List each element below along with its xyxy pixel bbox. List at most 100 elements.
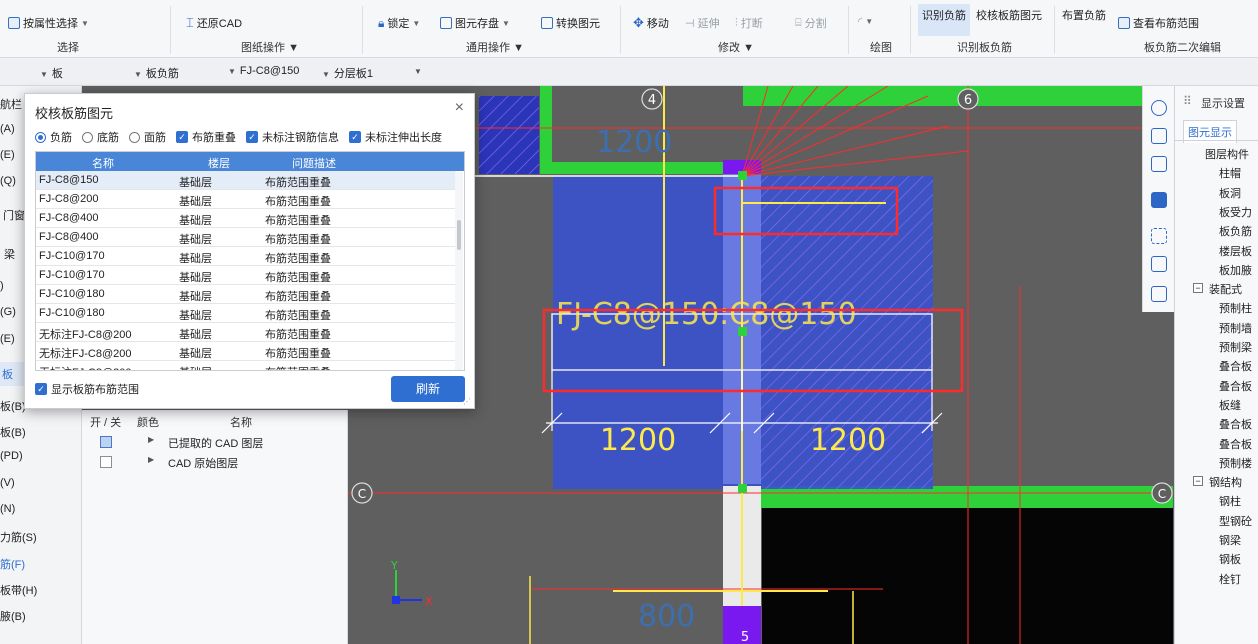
tree-item[interactable]: 叠合板 [1219, 358, 1252, 374]
table-row[interactable]: FJ-C8@200 基础层 布筋范围重叠 [36, 190, 456, 209]
collapse-icon[interactable]: − [1193, 283, 1203, 294]
expand-icon[interactable]: ▶ [148, 435, 154, 444]
table-row[interactable]: FJ-C8@150 基础层 布筋范围重叠 [36, 171, 456, 190]
radio-top[interactable] [129, 131, 140, 143]
tree-item[interactable]: 叠合板 [1219, 378, 1252, 394]
save-element-button[interactable]: 图元存盘 ▼ [440, 15, 510, 31]
tree-item[interactable]: 叠合板 [1219, 416, 1252, 432]
grip-handle[interactable] [738, 171, 747, 180]
refresh-button[interactable]: 刷新 [391, 376, 465, 402]
layer-row[interactable]: ▶ 已提取的 CAD 图层 [82, 432, 348, 452]
collapse-icon[interactable]: − [1193, 476, 1203, 487]
drag-handle-icon[interactable]: ⠿ [1183, 94, 1192, 108]
table-row[interactable]: 无标注FJ-C8@200 基础层 布筋范围重叠 [36, 342, 456, 361]
layer-row[interactable]: ▶ CAD 原始图层 [82, 452, 348, 472]
grip-handle[interactable] [738, 484, 747, 493]
tree-item[interactable]: 柱帽 [1219, 165, 1241, 181]
3d-view-icon[interactable] [1151, 128, 1167, 144]
close-icon[interactable]: × [455, 99, 464, 117]
table-row[interactable]: 无标注FJ-C8@200 基础层 布筋范围重叠 [36, 323, 456, 342]
tree-item[interactable]: 装配式 [1209, 281, 1242, 297]
move-button[interactable]: ✥ 移动 [633, 15, 669, 31]
unlabeled-info-checkbox[interactable]: ✓ [246, 131, 258, 143]
unlabeled-length-checkbox[interactable]: ✓ [349, 131, 361, 143]
component-type-select[interactable]: ▼ 板 [40, 65, 63, 81]
tree-item[interactable]: 叠合板 [1219, 436, 1252, 452]
select-by-attribute-button[interactable]: 按属性选择 ▼ [8, 15, 89, 31]
nav-item[interactable]: 腋(B) [0, 608, 26, 624]
component-select[interactable]: ▼ 板负筋 [134, 65, 179, 81]
check-slab-rebar-button[interactable]: 校核板筋图元 [976, 7, 1042, 23]
scrollbar-thumb[interactable] [457, 220, 461, 250]
nav-item[interactable]: (N) [0, 503, 15, 515]
nav-item[interactable]: (A) [0, 123, 15, 135]
table-row[interactable]: FJ-C8@400 基础层 布筋范围重叠 [36, 209, 456, 228]
element-view-icon[interactable] [1151, 256, 1167, 272]
tree-item[interactable]: 钢梁 [1219, 532, 1241, 548]
nav-item[interactable]: ) [0, 280, 4, 292]
table-row[interactable]: FJ-C10@180 基础层 布筋范围重叠 [36, 304, 456, 323]
resize-grip-icon[interactable]: ⋰ [463, 397, 471, 406]
nav-item[interactable]: 板(B) [0, 424, 26, 440]
general-ops-menu[interactable]: 通用操作 ▼ [466, 39, 524, 55]
radio-negative[interactable] [35, 131, 46, 143]
nav-item[interactable]: 板(B) [0, 398, 26, 414]
nav-item-negative-rebar[interactable]: 筋(F) [0, 556, 25, 572]
split-button[interactable]: ⌸ 分割 [795, 15, 827, 31]
tree-item[interactable]: 图层构件 [1205, 146, 1249, 162]
sphere-view-icon[interactable] [1151, 100, 1167, 116]
restore-cad-button[interactable]: ⌶ 还原CAD [186, 15, 242, 31]
convert-element-button[interactable]: 转换图元 [541, 15, 600, 31]
table-row[interactable]: FJ-C10@180 基础层 布筋范围重叠 [36, 285, 456, 304]
tree-item[interactable]: 预制柱 [1219, 300, 1252, 316]
modify-menu[interactable]: 修改 ▼ [718, 39, 754, 55]
tree-item[interactable]: 板负筋 [1219, 223, 1252, 239]
rebar-label[interactable]: FJ-C8@150:C8@150 [556, 297, 857, 332]
tree-item[interactable]: 栓钉 [1219, 571, 1241, 587]
nav-item[interactable]: (PD) [0, 450, 23, 462]
tree-item[interactable]: 板加腋 [1219, 262, 1252, 278]
nav-item[interactable]: (V) [0, 477, 15, 489]
lock-button[interactable]: 🔒︎ 锁定 ▼ [378, 15, 420, 31]
solid-view-icon[interactable] [1151, 192, 1167, 208]
nav-item[interactable]: (G) [0, 306, 16, 318]
tree-item[interactable]: 预制墙 [1219, 320, 1252, 336]
place-negative-rebar-button[interactable]: 布置负筋 [1062, 7, 1106, 23]
view-range-button[interactable]: 查看布筋范围 [1118, 15, 1199, 31]
nav-item[interactable]: (Q) [0, 175, 16, 187]
show-range-checkbox[interactable]: ✓ [35, 383, 47, 395]
tree-item[interactable]: 楼层板 [1219, 243, 1252, 259]
layer-slab-select[interactable]: ▼ 分层板1 [322, 65, 373, 81]
tree-item[interactable]: 板洞 [1219, 185, 1241, 201]
fit-view-icon[interactable] [1151, 228, 1167, 244]
table-scrollbar[interactable] [455, 172, 463, 370]
tree-item[interactable]: 型钢砼 [1219, 513, 1252, 529]
layer-toggle-checkbox[interactable] [100, 436, 112, 448]
overlap-checkbox[interactable]: ✓ [176, 131, 188, 143]
table-row[interactable]: 无标注FJ-C8@200 基础层 布筋范围重叠 [36, 361, 456, 370]
nav-item[interactable]: (E) [0, 149, 15, 161]
break-button[interactable]: ⫶ 打断 [735, 15, 763, 31]
extra-select[interactable]: ▼ [414, 65, 426, 77]
tree-item[interactable]: 钢结构 [1209, 474, 1242, 490]
nav-item[interactable]: 航栏 [0, 96, 22, 112]
table-row[interactable]: FJ-C10@170 基础层 布筋范围重叠 [36, 247, 456, 266]
box-view-icon[interactable] [1151, 156, 1167, 172]
table-row[interactable]: FJ-C8@400 基础层 布筋范围重叠 [36, 228, 456, 247]
drawing-ops-menu[interactable]: 图纸操作 ▼ [241, 39, 299, 55]
nav-item[interactable]: 门窗 [3, 207, 25, 223]
nav-item[interactable]: (E) [0, 333, 15, 345]
tree-item[interactable]: 预制楼 [1219, 455, 1252, 471]
tree-item[interactable]: 钢板 [1219, 551, 1241, 567]
element-name-select[interactable]: ▼ FJ-C8@150 [228, 65, 299, 77]
extend-button[interactable]: ⊣ 延伸 [685, 15, 720, 31]
tree-item[interactable]: 板受力 [1219, 204, 1252, 220]
nav-item[interactable]: 板带(H) [0, 582, 37, 598]
table-row[interactable]: FJ-C10@170 基础层 布筋范围重叠 [36, 266, 456, 285]
identify-negative-rebar-button[interactable]: 识别负筋 [918, 4, 970, 36]
tree-item[interactable]: 预制梁 [1219, 339, 1252, 355]
nav-item[interactable]: 梁 [4, 246, 15, 262]
nav-item[interactable]: 力筋(S) [0, 529, 37, 545]
tree-item[interactable]: 板缝 [1219, 397, 1241, 413]
expand-icon[interactable]: ▶ [148, 455, 154, 464]
